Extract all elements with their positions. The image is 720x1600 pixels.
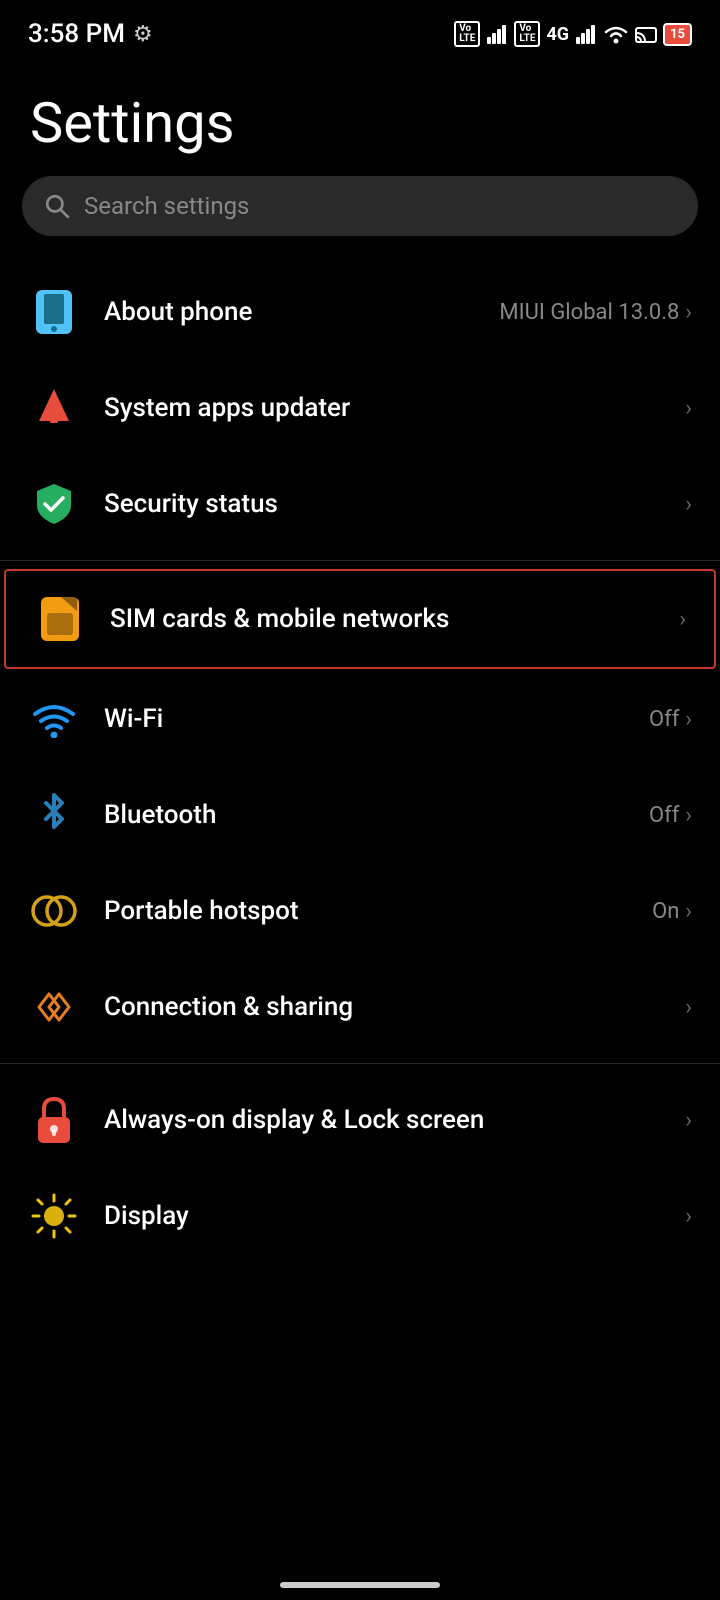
security-text: Security status [104,489,661,519]
cast-icon [635,23,657,45]
divider-2 [0,1063,720,1064]
system-apps-label: System apps updater [104,393,661,423]
shield-icon [31,481,77,527]
volte1-badge: VoLTE [454,21,480,47]
volte2-badge: VoLTE [514,21,540,47]
bt-chevron: › [685,803,692,828]
display-chevron: › [685,1204,692,1229]
sim-icon-wrap [34,593,86,645]
bt-text: Bluetooth [104,800,625,830]
settings-list: About phone MIUI Global 13.0.8 › System … [0,264,720,1264]
search-container: Search settings [0,176,720,264]
sim-right: › [679,607,686,632]
system-apps-chevron: › [685,396,692,421]
lock-text: Always-on display & Lock screen [104,1105,661,1135]
display-icon [31,1193,77,1239]
bluetooth-icon [36,791,72,839]
wifi-label: Wi-Fi [104,704,625,734]
system-apps-icon-wrap [28,382,80,434]
signal2-icon [575,23,597,45]
hotspot-icon-wrap [28,885,80,937]
4g-badge: 4G [546,24,569,45]
bt-icon-wrap [28,789,80,841]
wifi-right: Off › [649,707,692,732]
about-phone-right: MIUI Global 13.0.8 › [499,300,692,325]
settings-item-hotspot[interactable]: Portable hotspot On › [0,863,720,959]
settings-item-display[interactable]: Display › [0,1168,720,1264]
connection-right: › [685,995,692,1020]
sim-text: SIM cards & mobile networks [110,604,655,634]
about-phone-label: About phone [104,297,475,327]
connection-icon-wrap [28,981,80,1033]
hotspot-right: On › [652,899,692,924]
sim-chevron: › [679,607,686,632]
wifi-status-icon [603,23,629,45]
display-right: › [685,1204,692,1229]
settings-item-bluetooth[interactable]: Bluetooth Off › [0,767,720,863]
bt-right: Off › [649,803,692,828]
battery-indicator: 15 [663,23,692,46]
hotspot-status: On [652,899,679,924]
divider-1 [0,560,720,561]
bt-label: Bluetooth [104,800,625,830]
bt-status: Off [649,803,679,828]
status-time: 3:58 PM ⚙ [28,19,153,49]
settings-item-security-status[interactable]: Security status › [0,456,720,552]
sim-icon [39,595,81,643]
connection-label: Connection & sharing [104,992,661,1022]
settings-item-connection[interactable]: Connection & sharing › [0,959,720,1055]
page-title: Settings [0,60,720,176]
signal1-icon [486,23,508,45]
lock-label: Always-on display & Lock screen [104,1105,661,1135]
hotspot-chevron: › [685,899,692,924]
status-icons: VoLTE VoLTE 4G [454,21,692,47]
lock-icon-wrap [28,1094,80,1146]
hotspot-label: Portable hotspot [104,896,628,926]
hotspot-icon [31,888,77,934]
display-text: Display [104,1201,661,1231]
time-text: 3:58 PM [28,19,125,49]
security-icon-wrap [28,478,80,530]
about-phone-version: MIUI Global 13.0.8 [499,300,679,325]
update-icon [31,385,77,431]
home-indicator [280,1582,440,1588]
lock-icon [34,1095,74,1145]
wifi-text: Wi-Fi [104,704,625,734]
lock-chevron: › [685,1108,692,1133]
phone-icon [34,288,74,336]
about-phone-icon-wrap [28,286,80,338]
battery-level: 15 [670,27,685,42]
search-bar[interactable]: Search settings [22,176,698,236]
about-phone-chevron: › [685,300,692,325]
connection-text: Connection & sharing [104,992,661,1022]
search-placeholder: Search settings [84,192,249,220]
connection-icon [31,984,77,1030]
security-chevron: › [685,492,692,517]
settings-item-sim-cards[interactable]: SIM cards & mobile networks › [4,569,716,669]
hotspot-text: Portable hotspot [104,896,628,926]
wifi-icon-wrap [28,693,80,745]
security-right: › [685,492,692,517]
wifi-status: Off [649,707,679,732]
wifi-icon [31,700,77,738]
system-apps-text: System apps updater [104,393,661,423]
lock-right: › [685,1108,692,1133]
gear-icon: ⚙ [133,22,153,47]
settings-item-about-phone[interactable]: About phone MIUI Global 13.0.8 › [0,264,720,360]
security-label: Security status [104,489,661,519]
display-label: Display [104,1201,661,1231]
system-apps-right: › [685,396,692,421]
wifi-chevron: › [685,707,692,732]
search-icon [44,193,70,219]
settings-item-lock-screen[interactable]: Always-on display & Lock screen › [0,1072,720,1168]
sim-label: SIM cards & mobile networks [110,604,655,634]
status-bar: 3:58 PM ⚙ VoLTE VoLTE 4G [0,0,720,60]
connection-chevron: › [685,995,692,1020]
display-icon-wrap [28,1190,80,1242]
settings-item-wifi[interactable]: Wi-Fi Off › [0,671,720,767]
settings-item-system-apps-updater[interactable]: System apps updater › [0,360,720,456]
about-phone-text: About phone [104,297,475,327]
